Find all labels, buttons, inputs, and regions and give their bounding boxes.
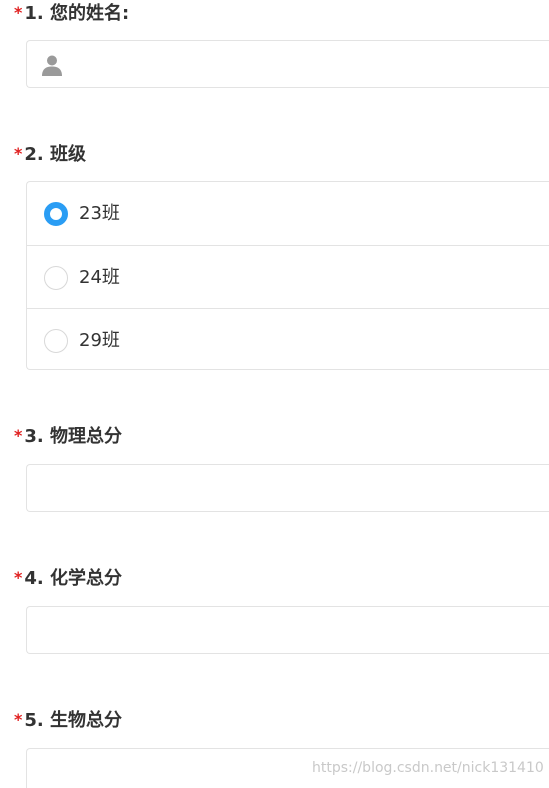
chemistry-score-input[interactable] [26, 606, 549, 654]
question-title-text: 2. 班级 [24, 144, 87, 165]
required-mark: * [14, 3, 23, 22]
class-options: 23班 24班 29班 [26, 181, 549, 370]
question-title: * 4. 化学总分 [14, 565, 122, 591]
watermark: https://blog.csdn.net/nick131410 [312, 760, 544, 776]
required-mark: * [14, 144, 23, 163]
required-mark: * [14, 710, 23, 729]
required-mark: * [14, 568, 23, 587]
question-title-text: 1. 您的姓名: [24, 3, 130, 24]
survey-form: * 1. 您的姓名: * 2. 班级 23班 24班 29班 * 3. 物理总分… [0, 0, 549, 788]
option-24[interactable]: 24班 [27, 245, 549, 308]
option-label: 23班 [79, 203, 120, 224]
option-label: 29班 [79, 330, 120, 351]
radio-unchecked[interactable] [44, 266, 68, 290]
physics-score-input[interactable] [26, 464, 549, 512]
user-icon [42, 55, 62, 76]
question-title-text: 4. 化学总分 [24, 568, 123, 589]
radio-unchecked[interactable] [44, 329, 68, 353]
question-title: * 3. 物理总分 [14, 423, 122, 449]
option-label: 24班 [79, 267, 120, 288]
name-input[interactable] [26, 40, 549, 88]
option-29[interactable]: 29班 [27, 308, 549, 371]
required-mark: * [14, 426, 23, 445]
question-title: * 5. 生物总分 [14, 707, 122, 733]
question-title: * 1. 您的姓名: [14, 0, 129, 26]
question-title-text: 3. 物理总分 [24, 426, 123, 447]
radio-checked[interactable] [44, 202, 68, 226]
question-title-text: 5. 生物总分 [24, 710, 123, 731]
option-23[interactable]: 23班 [27, 182, 549, 245]
question-title: * 2. 班级 [14, 141, 86, 167]
